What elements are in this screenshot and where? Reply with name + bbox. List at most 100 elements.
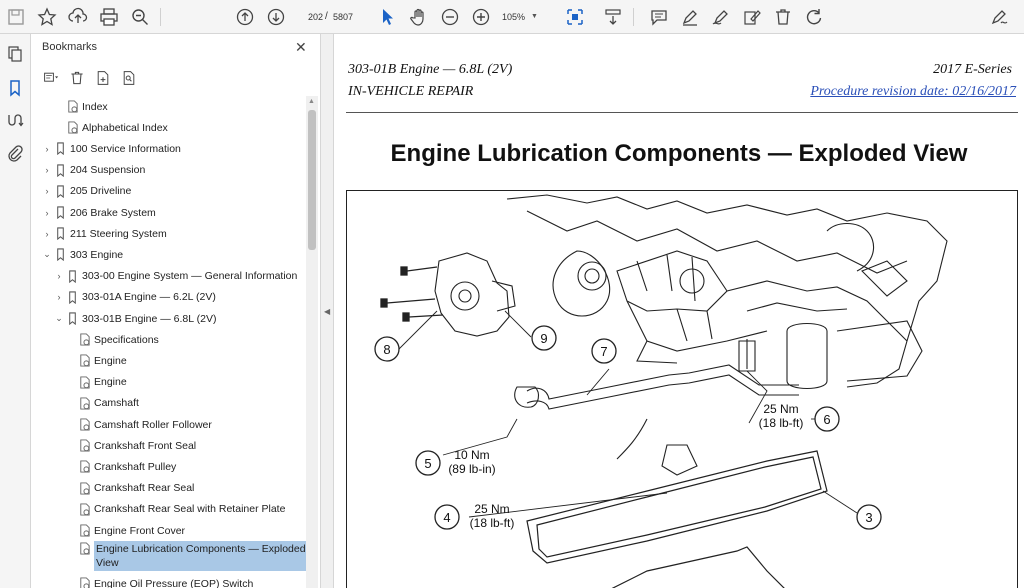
panel-collapse-bar[interactable]: ◀ <box>320 34 334 588</box>
torque-6-lbft: (18 lb-ft) <box>759 416 804 430</box>
callout-8: 8 <box>383 342 390 357</box>
bookmark-item[interactable]: Crankshaft Rear Seal <box>65 478 194 499</box>
bookmark-label-text-continued: View <box>96 557 119 570</box>
expand-chevron-icon[interactable]: › <box>41 208 53 218</box>
bookmarks-panel-icon[interactable] <box>5 78 25 98</box>
bookmark-item[interactable]: Crankshaft Front Seal <box>65 435 196 456</box>
draw-icon[interactable] <box>709 5 733 29</box>
delete-icon[interactable] <box>771 5 795 29</box>
bookmark-label-text: Engine <box>94 376 127 389</box>
bookmark-label: Engine Oil Pressure (EOP) Switch <box>94 578 253 588</box>
bookmark-item[interactable]: Camshaft <box>65 393 139 414</box>
bookmark-label-text: Camshaft Roller Follower <box>94 418 212 431</box>
sign-icon[interactable] <box>988 5 1012 29</box>
bookmarks-toolbar <box>41 67 139 89</box>
page-bookmark-icon <box>65 121 79 135</box>
page-number-input[interactable]: 202 <box>293 8 323 26</box>
expand-chevron-icon[interactable]: › <box>53 292 65 302</box>
bookmark-item[interactable]: Index <box>53 96 108 117</box>
bookmark-icon <box>53 142 67 156</box>
bookmarks-scrollbar[interactable]: ▲ <box>306 96 318 588</box>
bookmark-label-text: 303-01B Engine — 6.8L (2V) <box>82 312 217 325</box>
collapse-arrow-icon[interactable]: ◀ <box>324 307 330 316</box>
bookmark-item[interactable]: Engine Lubrication Components — Exploded… <box>65 541 307 573</box>
expand-chevron-icon[interactable]: › <box>41 165 53 175</box>
bookmark-label: 303 Engine <box>70 249 123 261</box>
delete-bookmark-icon[interactable] <box>67 68 87 88</box>
pickup-tube-illustration <box>514 339 799 476</box>
page-bookmark-icon <box>65 100 79 114</box>
expand-chevron-icon[interactable]: › <box>41 144 53 154</box>
expand-chevron-icon[interactable]: ⌄ <box>41 249 53 260</box>
zoom-out-icon[interactable] <box>438 5 462 29</box>
bookmark-item[interactable]: Specifications <box>65 329 159 350</box>
comment-icon[interactable] <box>647 5 671 29</box>
torque-5-nm: 10 Nm <box>454 448 489 462</box>
bookmark-icon <box>53 184 67 198</box>
expand-chevron-icon[interactable]: › <box>53 271 65 281</box>
expand-chevron-icon[interactable]: › <box>41 186 53 196</box>
close-icon[interactable]: ✕ <box>295 39 307 56</box>
oil-pan-illustration <box>611 546 785 588</box>
scrollbar-thumb[interactable] <box>308 110 316 250</box>
bookmark-item[interactable]: ⌄ 303 Engine <box>41 244 123 265</box>
attachment-icon[interactable] <box>5 143 25 163</box>
expand-chevron-icon[interactable]: › <box>41 229 53 239</box>
bookmark-item[interactable]: ⌄ 303-01B Engine — 6.8L (2V) <box>53 308 216 329</box>
bookmark-label-text: 211 Steering System <box>70 227 167 240</box>
torque-6-nm: 25 Nm <box>763 402 798 416</box>
bookmark-item[interactable]: Engine <box>65 350 127 371</box>
find-bookmark-icon[interactable] <box>119 68 139 88</box>
page-fit-icon[interactable] <box>563 5 587 29</box>
print-icon[interactable] <box>97 5 121 29</box>
zoom-value: 105% <box>502 12 526 22</box>
select-cursor-icon[interactable] <box>376 5 400 29</box>
bookmark-item[interactable]: Engine Front Cover <box>65 520 185 541</box>
callout-9: 9 <box>540 331 547 346</box>
bookmarks-title: Bookmarks <box>42 41 98 53</box>
rotate-icon[interactable] <box>802 5 826 29</box>
bookmark-item[interactable]: › 205 Driveline <box>41 181 131 202</box>
callout-3: 3 <box>865 510 872 525</box>
zoom-in-icon[interactable] <box>469 5 493 29</box>
zoom-level-select[interactable]: 105% ▼ <box>502 8 552 26</box>
layers-link-icon[interactable] <box>5 110 25 130</box>
bookmark-label-text: Specifications <box>94 333 159 346</box>
callout-7: 7 <box>600 344 607 359</box>
bookmark-item[interactable]: Camshaft Roller Follower <box>65 414 212 435</box>
bookmark-item[interactable]: Crankshaft Rear Seal with Retainer Plate <box>65 499 285 520</box>
bookmark-item[interactable]: Engine <box>65 372 127 393</box>
page-thumbnails-icon[interactable] <box>5 44 25 64</box>
bookmark-options-icon[interactable] <box>41 68 61 88</box>
page-up-icon[interactable] <box>233 5 257 29</box>
hand-tool-icon[interactable] <box>407 5 431 29</box>
bookmark-item[interactable]: › 206 Brake System <box>41 202 156 223</box>
bookmark-star-icon[interactable] <box>35 5 59 29</box>
bookmark-item[interactable]: Engine Oil Pressure (EOP) Switch <box>65 573 253 588</box>
bookmark-item[interactable]: › 100 Service Information <box>41 138 181 159</box>
bookmark-icon <box>65 312 79 326</box>
save-icon[interactable] <box>4 5 28 29</box>
page-bookmark-icon <box>77 333 91 347</box>
page-bookmark-icon <box>77 502 91 516</box>
expand-chevron-icon[interactable]: ⌄ <box>53 313 65 324</box>
scroll-up-arrow[interactable]: ▲ <box>308 98 315 105</box>
bookmark-label-text: Alphabetical Index <box>82 121 168 134</box>
bookmark-item[interactable]: Alphabetical Index <box>53 117 168 138</box>
bookmark-item[interactable]: › 303-01A Engine — 6.2L (2V) <box>53 287 216 308</box>
zoom-search-icon[interactable] <box>128 5 152 29</box>
edit-text-icon[interactable] <box>740 5 764 29</box>
highlight-pen-icon[interactable] <box>678 5 702 29</box>
bookmark-item[interactable]: › 204 Suspension <box>41 160 145 181</box>
bookmark-label-text: 303-00 Engine System — General Informati… <box>82 270 298 283</box>
scroll-mode-icon[interactable] <box>601 5 625 29</box>
torque-5-lbin: (89 lb-in) <box>448 462 495 476</box>
revision-date-link[interactable]: Procedure revision date: 02/16/2017 <box>810 84 1016 100</box>
page-down-icon[interactable] <box>264 5 288 29</box>
bookmark-label: Index <box>82 101 108 113</box>
bookmark-item[interactable]: Crankshaft Pulley <box>65 456 176 477</box>
upload-icon[interactable] <box>66 5 90 29</box>
new-bookmark-icon[interactable] <box>93 68 113 88</box>
bookmark-item[interactable]: › 211 Steering System <box>41 223 167 244</box>
bookmark-item[interactable]: › 303-00 Engine System — General Informat… <box>53 266 297 287</box>
